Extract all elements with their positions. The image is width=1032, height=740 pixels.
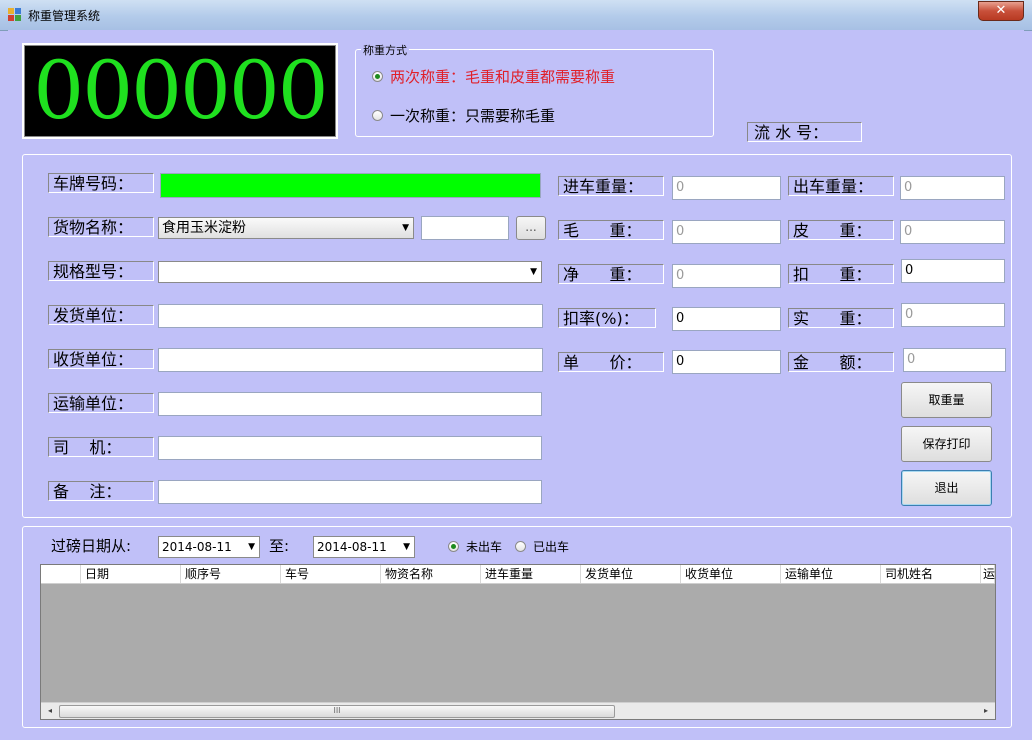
chevron-down-icon: ▼ [403,542,410,552]
radio-not-out-label: 未出车 [466,540,503,554]
column-header[interactable]: 日期 [81,565,181,583]
tare-label: 皮 重： [788,220,894,240]
radio-not-out[interactable]: 未出车 [448,538,502,555]
radio-unchecked-icon[interactable] [372,110,383,121]
goods-browse-button[interactable]: ... [516,216,546,240]
horizontal-scrollbar[interactable]: ◂ III ▸ [41,702,995,719]
radio-one-step[interactable]: 一次称重：只需要称毛重 [372,105,555,126]
receiver-label: 收货单位： [48,349,154,369]
to-label: 至: [269,537,290,555]
table-header: 日期 顺序号 车号 物资名称 进车重量 发货单位 收货单位 运输单位 司机姓名 … [41,565,995,584]
plate-input[interactable] [160,173,541,198]
column-header[interactable]: 运输单位 [781,565,881,583]
deduct-rate-label: 扣率(%)： [558,308,656,328]
amount-input[interactable]: 0 [903,348,1006,372]
deduct-input[interactable]: 0 [901,259,1005,283]
weight-display: 000000 [22,43,338,139]
net-input[interactable]: 0 [672,264,781,288]
main-panel: 000000 称重方式 两次称重：毛重和皮重都需要称重 一次称重：只需要称毛重 … [8,30,1024,734]
gross-label: 毛 重： [558,220,664,240]
scroll-left-icon[interactable]: ◂ [43,704,57,718]
weigh-mode-legend: 称重方式 [361,42,409,58]
driver-input[interactable] [158,436,542,460]
close-button[interactable]: ✕ [978,1,1024,21]
radio-out-label: 已出车 [533,540,570,554]
row-header-corner [41,565,81,583]
serial-label: 流 水 号： [747,122,862,142]
weight-value: 000000 [33,44,328,137]
radio-two-step-label: 两次称重：毛重和皮重都需要称重 [390,68,616,86]
column-header[interactable]: 顺序号 [181,565,281,583]
carrier-input[interactable] [158,392,542,416]
scroll-right-icon[interactable]: ▸ [979,704,993,718]
column-header[interactable]: 收货单位 [681,565,781,583]
column-header[interactable]: 发货单位 [581,565,681,583]
radio-unchecked-icon[interactable] [515,541,526,552]
deduct-label: 扣 重： [788,264,894,284]
from-date-value: 2014-08-11 [162,540,232,554]
receiver-input[interactable] [158,348,543,372]
chevron-down-icon: ▼ [402,223,409,233]
title-bar: 称重管理系统 ✕ [0,0,1032,31]
spec-label: 规格型号： [48,261,154,281]
to-date-value: 2014-08-11 [317,540,387,554]
scrollbar-thumb[interactable]: III [59,705,615,718]
out-weight-input[interactable]: 0 [900,176,1005,200]
date-range-label: 过磅日期从: [51,537,132,555]
tare-input[interactable]: 0 [900,220,1005,244]
radio-one-step-label: 一次称重：只需要称毛重 [390,107,556,125]
radio-out[interactable]: 已出车 [515,538,569,555]
note-input[interactable] [158,480,542,504]
to-date-picker[interactable]: 2014-08-11 ▼ [313,536,415,558]
exit-button[interactable]: 退出 [901,470,992,506]
carrier-label: 运输单位： [48,393,154,413]
actual-input[interactable]: 0 [901,303,1005,327]
note-label: 备 注： [48,481,154,501]
actual-label: 实 重： [788,308,894,328]
plate-label: 车牌号码： [48,173,154,193]
column-header[interactable]: 进车重量 [481,565,581,583]
chevron-down-icon: ▼ [248,542,255,552]
entry-group [22,154,1012,518]
window-title: 称重管理系统 [28,9,101,23]
radio-checked-icon[interactable] [372,71,383,82]
radio-checked-icon[interactable] [448,541,459,552]
get-weight-button[interactable]: 取重量 [901,382,992,418]
column-header[interactable]: 物资名称 [381,565,481,583]
sender-input[interactable] [158,304,543,328]
goods-extra-input[interactable] [421,216,509,240]
in-weight-input[interactable]: 0 [672,176,781,200]
from-date-picker[interactable]: 2014-08-11 ▼ [158,536,260,558]
column-header[interactable]: 司机姓名 [881,565,981,583]
goods-select[interactable]: 食用玉米淀粉 ▼ [158,217,414,239]
driver-label: 司 机： [48,437,154,457]
weigh-mode-group: 称重方式 两次称重：毛重和皮重都需要称重 一次称重：只需要称毛重 [355,42,714,137]
deduct-rate-input[interactable]: 0 [672,307,781,331]
gross-input[interactable]: 0 [672,220,781,244]
app-icon [8,8,22,22]
unit-price-label: 单 价： [558,352,664,372]
amount-label: 金 额： [788,352,894,372]
radio-two-step[interactable]: 两次称重：毛重和皮重都需要称重 [372,66,615,87]
spec-select[interactable]: ▼ [158,261,542,283]
sender-label: 发货单位： [48,305,154,325]
column-header[interactable]: 运 [981,565,995,583]
unit-price-input[interactable]: 0 [672,350,781,374]
app-window: 称重管理系统 ✕ 000000 称重方式 两次称重：毛重和皮重都需要称重 一次称… [0,0,1032,740]
in-weight-label: 进车重量： [558,176,664,196]
goods-value: 食用玉米淀粉 [162,220,246,236]
goods-label: 货物名称： [48,217,154,237]
column-header[interactable]: 车号 [281,565,381,583]
chevron-down-icon: ▼ [530,267,537,277]
save-print-button[interactable]: 保存打印 [901,426,992,462]
records-table[interactable]: 日期 顺序号 车号 物资名称 进车重量 发货单位 收货单位 运输单位 司机姓名 … [40,564,996,720]
out-weight-label: 出车重量： [788,176,894,196]
net-label: 净 重： [558,264,664,284]
